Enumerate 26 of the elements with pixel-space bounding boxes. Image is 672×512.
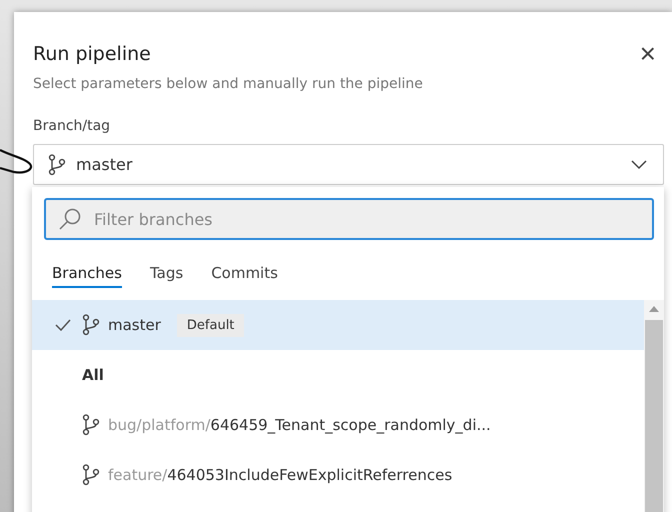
branch-name: feature/464053IncludeFewExplicitReferrences	[108, 466, 452, 484]
branch-select[interactable]: master	[33, 144, 664, 185]
branch-item[interactable]: master Default	[32, 300, 644, 350]
tab[interactable]: Branches	[52, 264, 122, 288]
field-label: Branch/tag	[33, 118, 112, 134]
branch-icon	[48, 154, 66, 176]
filter-input[interactable]: Filter branches	[92, 208, 640, 230]
check-icon	[55, 319, 71, 331]
scroll-thumb[interactable]	[645, 320, 663, 512]
branch-icon	[82, 464, 100, 486]
branch-name: All	[82, 366, 104, 384]
branch-icon	[82, 414, 100, 436]
branch-name: master	[108, 316, 161, 334]
close-button[interactable]: ×	[640, 40, 656, 68]
scroll-up-icon	[649, 306, 659, 312]
default-tag: Default	[176, 314, 244, 336]
tab[interactable]: Commits	[211, 264, 278, 288]
dialog-title: Run pipeline	[33, 43, 151, 65]
filter-field[interactable]: Filter branches	[44, 198, 654, 240]
chevron-down-icon	[631, 160, 647, 170]
branch-name: bug/platform/646459_Tenant_scope_randomly_di...	[108, 416, 491, 434]
search-icon	[58, 207, 82, 231]
tab[interactable]: Tags	[150, 264, 184, 288]
scrollbar[interactable]	[644, 300, 664, 512]
dialog-subtitle: Select parameters below and manually run the pipeline	[33, 76, 424, 92]
branch-icon	[82, 314, 100, 336]
